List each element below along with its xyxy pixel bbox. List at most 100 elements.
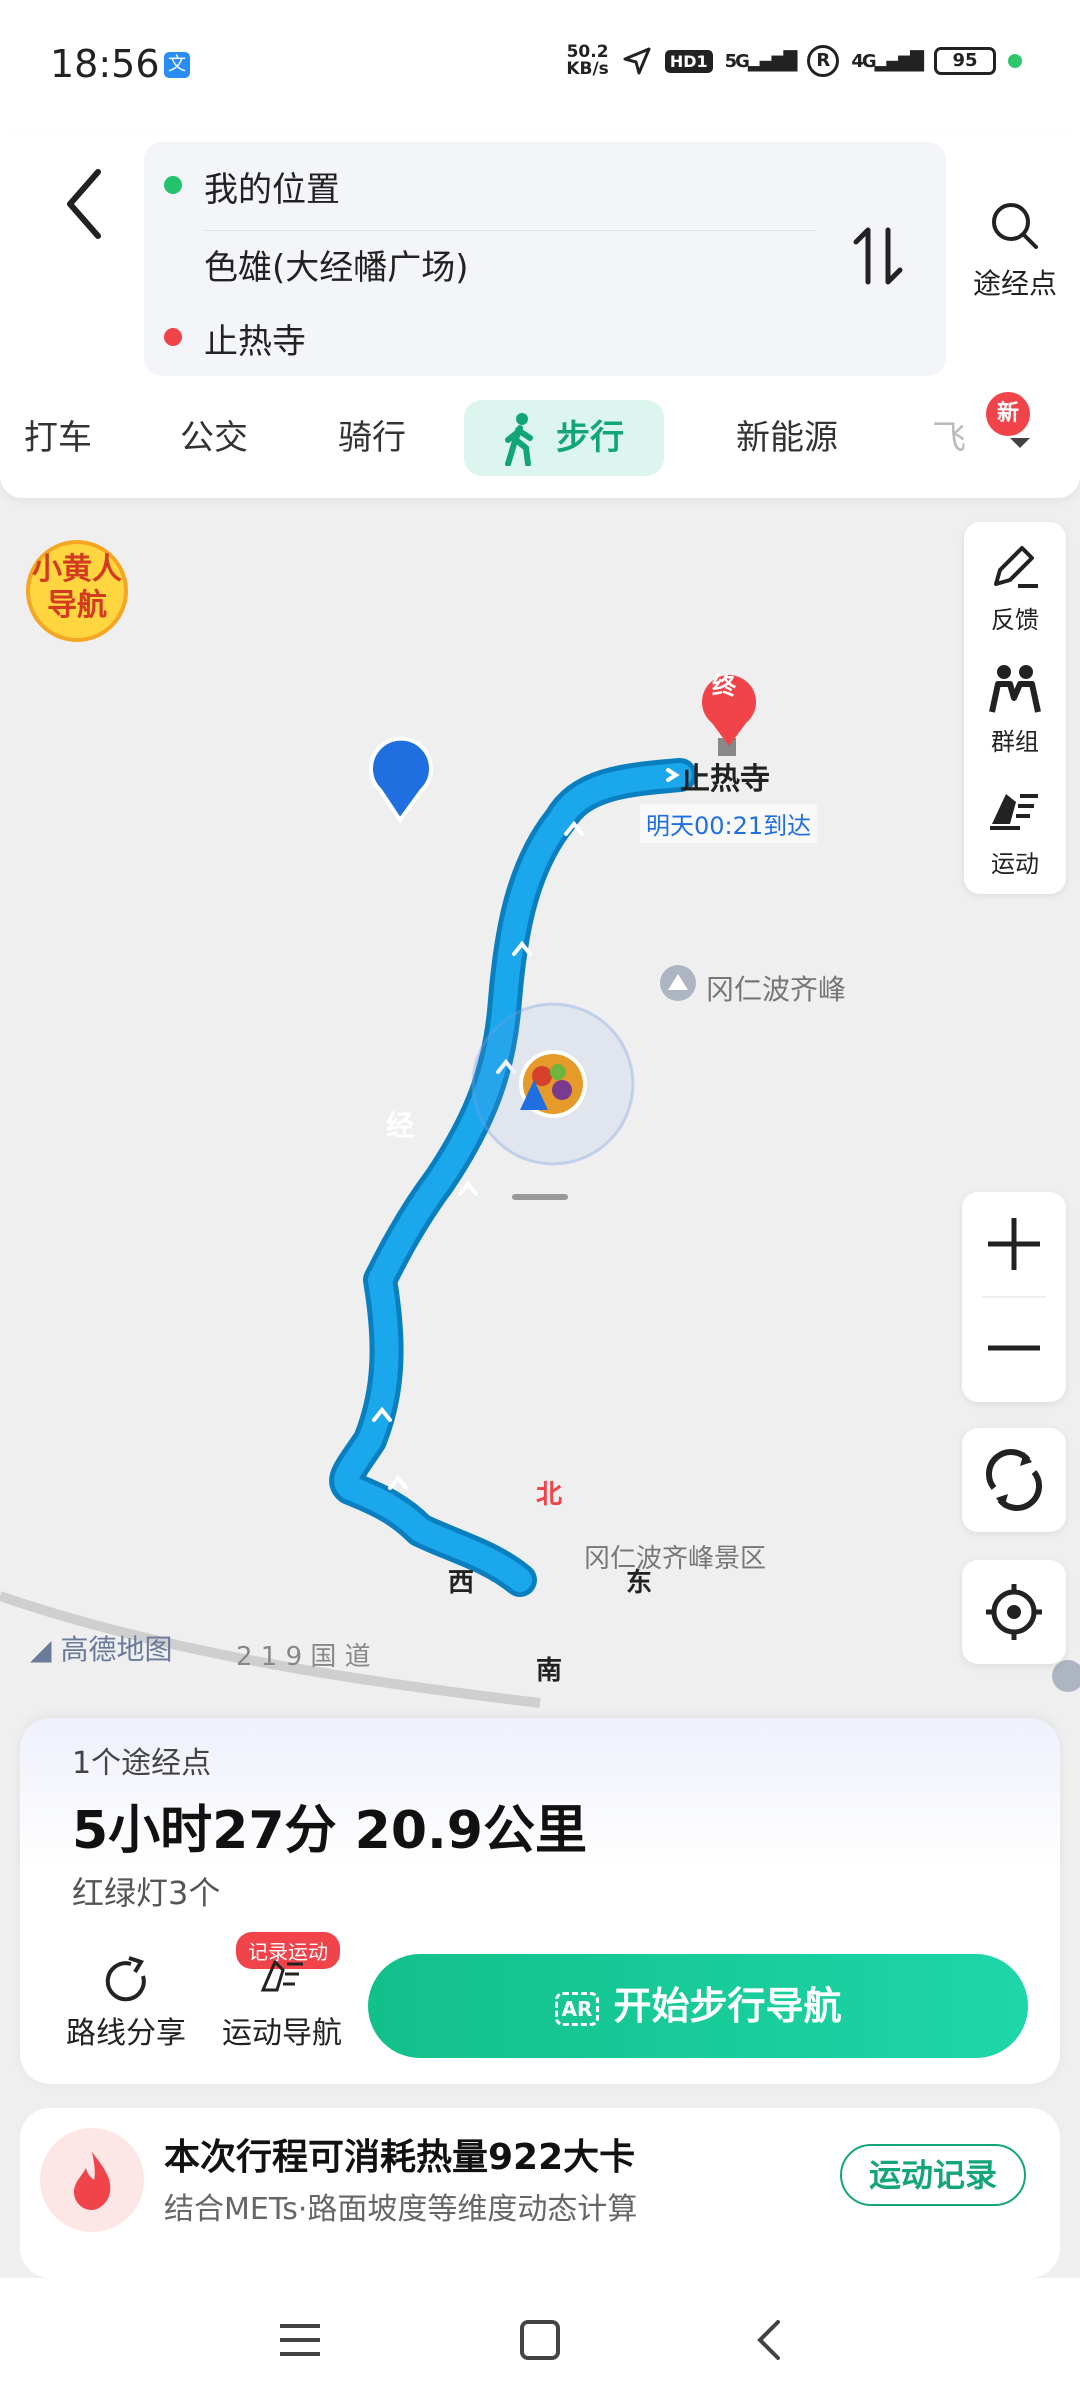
start-walk-navigation-button[interactable]: AR 开始步行导航 bbox=[368, 1954, 1028, 2058]
signal-5g-icon: 5G▂▄▆█ bbox=[724, 50, 798, 72]
arrival-time: 明天00:21到达 bbox=[640, 804, 818, 843]
tab-taxi[interactable]: 打车 bbox=[24, 400, 92, 476]
poi-scenic-label: 冈仁波齐峰景区 bbox=[584, 1544, 767, 1574]
waypoint-count: 1个途经点 bbox=[72, 1746, 212, 1781]
zoom-in-button[interactable] bbox=[962, 1192, 1066, 1296]
status-dot bbox=[1008, 54, 1022, 68]
route-summary-sheet: 1个途经点 5小时27分 20.9公里 红绿灯3个 路线分享 记录运动 运动导航… bbox=[20, 1718, 1060, 2084]
destination-map-label: 止热寺 bbox=[680, 762, 770, 797]
route-share-label: 路线分享 bbox=[66, 2016, 186, 2051]
compass-north: 北 bbox=[536, 1480, 563, 1510]
waypoint-marker-pin bbox=[369, 736, 433, 824]
add-waypoint-button[interactable]: 途经点 bbox=[960, 200, 1070, 302]
sport-button[interactable]: 运动 bbox=[964, 784, 1066, 879]
feedback-button[interactable]: 反馈 bbox=[964, 540, 1066, 635]
start-walk-label: 开始步行导航 bbox=[613, 1984, 842, 2028]
more-tabs-button[interactable]: 新 bbox=[980, 392, 1060, 480]
ar-icon: AR bbox=[554, 1991, 600, 2026]
map-side-panel: 反馈 群组 运动 bbox=[964, 522, 1066, 894]
home-icon bbox=[520, 2320, 560, 2360]
system-back-button[interactable] bbox=[742, 2312, 798, 2368]
search-icon bbox=[992, 203, 1038, 249]
sport-record-button[interactable]: 运动记录 bbox=[840, 2144, 1026, 2206]
walking-icon bbox=[505, 413, 533, 466]
tab-more-partial: 飞 bbox=[932, 418, 966, 458]
home-button[interactable] bbox=[512, 2312, 568, 2368]
tab-bus[interactable]: 公交 bbox=[180, 400, 248, 476]
sport-nav-button[interactable]: 运动导航 bbox=[192, 1954, 372, 2052]
status-bar: 18:56 文 50.2 KB/s HD1 5G▂▄▆█ R 4G▂▄▆█ 95 bbox=[0, 0, 1080, 130]
route-header: 我的位置 色雄(大经幡广场) 止热寺 途经点 打车 公交 骑行 步行 新能源 飞… bbox=[0, 130, 1080, 498]
system-navbar bbox=[0, 2278, 1080, 2400]
tab-new-energy[interactable]: 新能源 bbox=[736, 400, 838, 476]
sport-nav-label: 运动导航 bbox=[222, 2016, 342, 2051]
hd-badge: HD1 bbox=[664, 49, 713, 73]
tab-walk-label: 步行 bbox=[556, 418, 624, 458]
logo-icon: ◢ bbox=[30, 1633, 52, 1666]
running-icon bbox=[990, 794, 1038, 830]
origin-field[interactable]: 我的位置 bbox=[204, 162, 340, 211]
zoom-controls bbox=[962, 1192, 1066, 1402]
end-marker-label: 终 bbox=[712, 672, 736, 700]
compass-south: 南 bbox=[536, 1656, 563, 1686]
waypoint-field[interactable]: 色雄(大经幡广场) bbox=[204, 240, 469, 289]
destination-field[interactable]: 止热寺 bbox=[204, 314, 306, 363]
net-type-1: 5G bbox=[724, 50, 750, 72]
calorie-subtitle: 结合METs·路面坡度等维度动态计算 bbox=[164, 2192, 638, 2227]
roaming-icon: R bbox=[807, 45, 840, 77]
status-icons: 50.2 KB/s HD1 5G▂▄▆█ R 4G▂▄▆█ 95 bbox=[566, 44, 1022, 78]
map-view[interactable]: 终 止热寺 明天00:21到达 冈仁波齐峰 经 冈仁波齐峰景区 北 南 东 西 … bbox=[0, 498, 1080, 1738]
brand-badge-text: 小黄人导航 bbox=[32, 552, 122, 623]
map-canvas bbox=[0, 675, 1080, 1708]
poi-peak-label: 冈仁波齐峰 bbox=[706, 973, 847, 1006]
calorie-card: 本次行程可消耗热量922大卡 结合METs·路面坡度等维度动态计算 运动记录 bbox=[20, 2108, 1060, 2278]
speed-unit: KB/s bbox=[566, 59, 609, 79]
feedback-label: 反馈 bbox=[991, 606, 1039, 634]
destination-dot bbox=[164, 328, 182, 346]
route-share-button[interactable]: 路线分享 bbox=[36, 1954, 216, 2052]
calorie-title: 本次行程可消耗热量922大卡 bbox=[164, 2137, 636, 2178]
minus-icon bbox=[988, 1345, 1040, 1351]
zoom-out-button[interactable] bbox=[962, 1298, 1066, 1402]
plus-icon bbox=[988, 1218, 1040, 1270]
back-arrow-icon bbox=[67, 169, 101, 239]
new-badge: 新 bbox=[986, 392, 1030, 436]
net-type-2: 4G bbox=[851, 50, 876, 72]
group-button[interactable]: 群组 bbox=[964, 662, 1066, 757]
refresh-route-button[interactable] bbox=[962, 1428, 1066, 1532]
network-speed: 50.2 KB/s bbox=[566, 44, 608, 78]
menu-button[interactable] bbox=[272, 2312, 328, 2368]
swap-button[interactable] bbox=[848, 222, 908, 292]
brand-badge[interactable]: 小黄人导航 bbox=[26, 540, 128, 642]
back-button[interactable] bbox=[50, 150, 120, 240]
menu-icon bbox=[280, 2324, 320, 2356]
share-icon bbox=[105, 1956, 146, 2002]
tab-walk[interactable]: 步行 bbox=[464, 400, 664, 476]
refresh-icon bbox=[985, 1448, 1043, 1512]
group-label: 群组 bbox=[991, 728, 1039, 756]
travel-mode-tabs: 打车 公交 骑行 步行 新能源 飞 新 bbox=[0, 392, 1080, 480]
waypoint-button-label: 途经点 bbox=[972, 267, 1057, 300]
locate-icon bbox=[986, 1584, 1042, 1640]
status-time: 18:56 bbox=[50, 42, 160, 86]
origin-dot bbox=[164, 176, 182, 194]
route-divider bbox=[204, 230, 816, 231]
signal-4g-icon: 4G▂▄▆█ bbox=[851, 50, 924, 72]
app-notification-icon: 文 bbox=[164, 52, 190, 78]
battery-icon: 95 bbox=[934, 47, 996, 75]
map-logo: ◢ 高德地图 bbox=[30, 1628, 172, 1668]
group-icon bbox=[989, 665, 1041, 713]
route-summary: 5小时27分 20.9公里 bbox=[72, 1801, 587, 1861]
back-icon bbox=[757, 2320, 780, 2360]
traffic-lights: 红绿灯3个 bbox=[72, 1874, 221, 1912]
logo-text: 高德地图 bbox=[60, 1633, 173, 1666]
swap-icon bbox=[853, 227, 903, 285]
locate-button[interactable] bbox=[962, 1560, 1066, 1664]
compass-west: 西 bbox=[448, 1568, 475, 1598]
waypoint-marker-label: 经 bbox=[386, 1109, 415, 1142]
tab-bike[interactable]: 骑行 bbox=[338, 400, 406, 476]
edit-icon bbox=[994, 546, 1038, 588]
compass-east: 东 bbox=[626, 1568, 653, 1598]
sport-nav-icon bbox=[260, 1959, 303, 1992]
sport-label: 运动 bbox=[991, 850, 1039, 878]
